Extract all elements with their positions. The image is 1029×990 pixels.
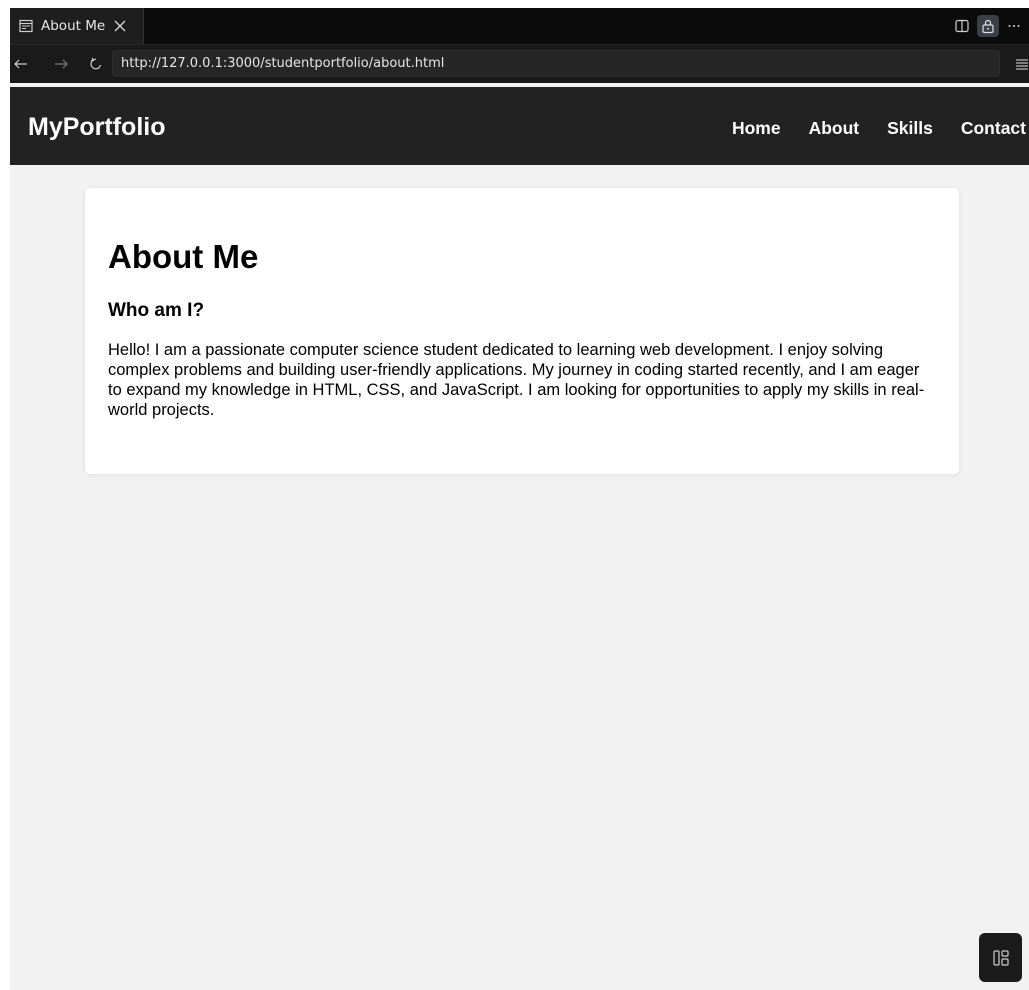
more-icon[interactable] — [1003, 15, 1025, 37]
tab-title: About Me — [41, 18, 106, 34]
browser-window: About Me http://127.0.0.1:3000/studentpo… — [10, 8, 1029, 990]
url-input[interactable]: http://127.0.0.1:3000/studentportfolio/a… — [112, 50, 1000, 77]
tab-bar: About Me — [10, 8, 1029, 45]
tab-about-me[interactable]: About Me — [10, 8, 144, 44]
page-title: About Me — [108, 238, 259, 275]
about-paragraph: Hello! I am a passionate computer scienc… — [108, 341, 925, 419]
forward-arrow-icon[interactable] — [53, 56, 69, 72]
main-nav: Home About Skills Contact — [704, 118, 1026, 139]
tab-actions — [951, 8, 1029, 44]
nav-link-home[interactable]: Home — [732, 118, 781, 139]
close-icon[interactable] — [113, 19, 127, 33]
nav-link-skills[interactable]: Skills — [887, 118, 933, 139]
menu-icon[interactable] — [1015, 56, 1029, 72]
about-card: About Me Who am I? Hello! I am a passion… — [85, 188, 959, 474]
nav-link-about[interactable]: About — [809, 118, 860, 139]
address-bar: http://127.0.0.1:3000/studentportfolio/a… — [10, 45, 1029, 83]
layout-icon — [992, 949, 1010, 967]
reload-icon[interactable] — [88, 56, 104, 72]
split-view-icon[interactable] — [951, 15, 973, 37]
page-preview-icon — [19, 19, 33, 33]
nav-link-contact[interactable]: Contact — [961, 118, 1026, 139]
layout-button[interactable] — [979, 933, 1022, 982]
site-header: MyPortfolio Home About Skills Contact — [10, 87, 1029, 165]
site-logo[interactable]: MyPortfolio — [28, 113, 166, 142]
back-arrow-icon[interactable] — [13, 56, 29, 72]
section-heading: Who am I? — [108, 300, 205, 321]
lock-icon[interactable] — [977, 15, 999, 37]
